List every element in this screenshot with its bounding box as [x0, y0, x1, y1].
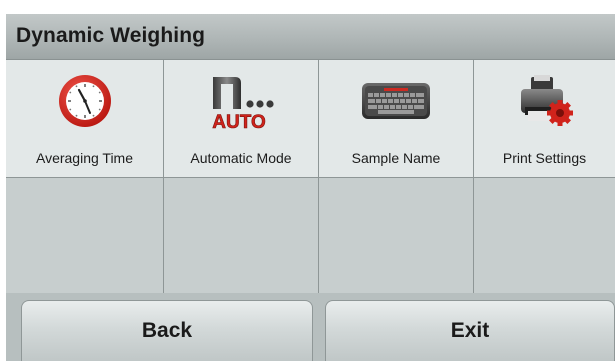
title-bar: Dynamic Weighing: [6, 14, 615, 60]
menu-item-automatic-mode[interactable]: AUTO Automatic Mode: [164, 60, 318, 177]
dynamic-weighing-screen: Dynamic Weighing Averaging Time AUTO Aut…: [6, 14, 615, 361]
menu-item-label: Automatic Mode: [190, 150, 292, 166]
auto-mode-icon-text: AUTO: [212, 112, 265, 131]
page-title: Dynamic Weighing: [16, 24, 206, 47]
auto-mode-icon: AUTO: [212, 77, 274, 131]
menu-item-sample-name[interactable]: Sample Name: [319, 60, 473, 177]
menu-slot-empty: [164, 177, 318, 293]
menu-item-label: Print Settings: [502, 150, 587, 166]
menu-item-label: Sample Name: [351, 150, 441, 166]
clock-icon: [58, 75, 111, 127]
menu-item-averaging-time[interactable]: Averaging Time: [6, 60, 163, 177]
menu-slot-empty: [6, 177, 163, 293]
menu-slot-empty: [474, 177, 615, 293]
back-button[interactable]: Back: [21, 300, 313, 361]
grid-divider: [6, 177, 615, 178]
menu-item-label: Averaging Time: [35, 150, 133, 166]
menu-item-print-settings[interactable]: Print Settings: [474, 60, 615, 177]
keyboard-icon: [362, 83, 430, 119]
bottom-button-bar: Back Exit: [6, 293, 615, 361]
menu-grid: Averaging Time AUTO Automatic Mode Sampl…: [6, 60, 615, 293]
menu-slot-empty: [319, 177, 473, 293]
exit-button[interactable]: Exit: [325, 300, 615, 361]
printer-settings-icon: [520, 75, 573, 126]
